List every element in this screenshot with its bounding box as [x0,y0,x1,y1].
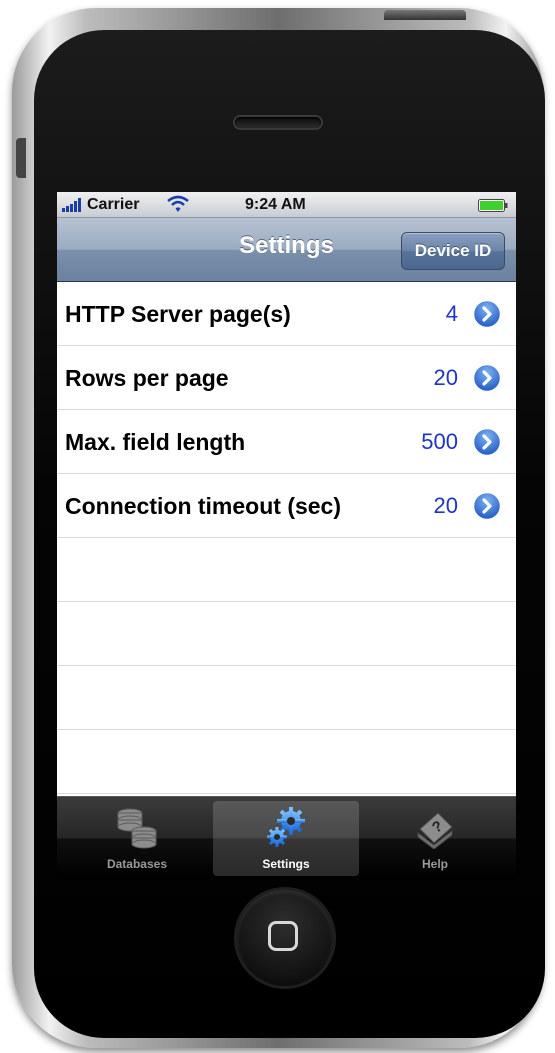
database-icon [117,808,157,849]
tab-label: Databases [106,857,168,871]
disclosure-arrow-icon[interactable] [472,363,502,393]
tab-label: Settings [262,857,310,871]
row-value: 20 [433,493,458,518]
row-value: 4 [445,301,458,326]
settings-row-max-field-length[interactable]: Max. field length 500 [57,410,516,474]
row-value: 500 [421,429,458,454]
disclosure-arrow-icon[interactable] [472,491,502,521]
row-value: 20 [433,365,458,390]
disclosure-arrow-icon[interactable] [472,299,502,329]
empty-row [57,602,516,666]
earpiece-speaker [235,117,321,128]
row-label: Max. field length [65,429,246,455]
navigation-bar: Settings Device ID [57,218,516,282]
disclosure-arrow-icon[interactable] [472,427,502,457]
settings-row-rows-per-page[interactable]: Rows per page 20 [57,346,516,410]
row-label: Connection timeout (sec) [65,493,342,519]
home-button[interactable] [237,890,333,986]
empty-row [57,538,516,602]
settings-row-http-server-pages[interactable]: HTTP Server page(s) 4 [57,282,516,346]
battery-icon [478,199,508,212]
screen: Carrier 9:24 AM Settings Device ID HTTP … [57,192,516,879]
status-bar: Carrier 9:24 AM [57,192,516,218]
wifi-icon [167,195,189,212]
row-label: HTTP Server page(s) [65,301,291,327]
empty-row [57,666,516,730]
tab-label: Help [421,857,448,871]
carrier-name: Carrier [87,196,140,213]
settings-table: HTTP Server page(s) 4 Rows per page 20 M… [57,282,516,796]
help-icon: ? [417,812,453,849]
signal-icon [62,198,81,212]
gears-icon [267,807,305,847]
volume-button [16,138,26,178]
tab-bar: Databases Settings ? Help [57,796,516,879]
home-square-icon [268,921,298,951]
tab-help[interactable]: ? Help [362,801,508,876]
settings-row-connection-timeout[interactable]: Connection timeout (sec) 20 [57,474,516,538]
device-id-button[interactable]: Device ID [401,232,505,270]
tab-databases[interactable]: Databases [64,801,210,876]
tab-settings[interactable]: Settings [213,801,359,876]
row-label: Rows per page [65,365,229,391]
status-time: 9:24 AM [245,196,306,213]
device-id-button-label: Device ID [414,241,492,260]
sleep-button [384,10,466,20]
empty-row [57,730,516,794]
